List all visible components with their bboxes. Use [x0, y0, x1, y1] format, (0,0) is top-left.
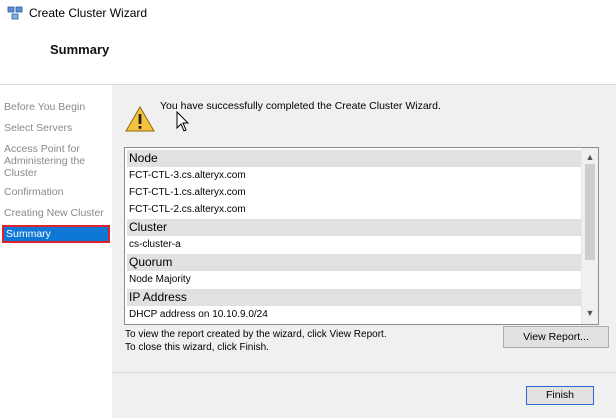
report-item: FCT-CTL-2.cs.alteryx.com [129, 204, 246, 215]
create-cluster-wizard-window: Create Cluster Wizard Summary Before You… [0, 0, 616, 418]
finish-instruction: To close this wizard, click Finish. [125, 342, 269, 353]
scroll-down-arrow-icon[interactable]: ▼ [584, 308, 596, 318]
finish-button[interactable]: Finish [526, 386, 594, 405]
wizard-steps-nav: Before You Begin Select Servers Access P… [0, 85, 112, 418]
wizard-header: Summary [0, 28, 616, 84]
report-item: FCT-CTL-1.cs.alteryx.com [129, 187, 246, 198]
title-bar[interactable]: Create Cluster Wizard [0, 0, 616, 28]
success-message: You have successfully completed the Crea… [160, 100, 441, 112]
nav-step-confirmation[interactable]: Confirmation [4, 186, 64, 198]
wizard-content-pane: You have successfully completed the Crea… [112, 85, 616, 418]
report-group-header: Cluster [127, 219, 583, 236]
page-title: Summary [50, 42, 110, 57]
scroll-up-arrow-icon[interactable]: ▲ [584, 152, 596, 162]
scrollbar-thumb[interactable] [585, 164, 595, 260]
summary-report-list[interactable]: Node FCT-CTL-3.cs.alteryx.com FCT-CTL-1.… [124, 147, 599, 325]
warning-icon [125, 106, 155, 132]
window-title: Create Cluster Wizard [29, 6, 148, 20]
report-group-header: IP Address [127, 289, 583, 306]
mouse-cursor-icon [176, 111, 190, 132]
report-group-header: Quorum [127, 254, 583, 271]
footer-divider [112, 372, 616, 373]
report-item: FCT-CTL-3.cs.alteryx.com [129, 170, 246, 181]
cluster-wizard-icon [7, 6, 23, 20]
view-report-instruction: To view the report created by the wizard… [125, 329, 387, 340]
report-rows: Node FCT-CTL-3.cs.alteryx.com FCT-CTL-1.… [125, 148, 583, 324]
report-item: Node Majority [129, 274, 191, 285]
nav-step-access-point[interactable]: Access Point for Administering the Clust… [4, 143, 104, 179]
nav-step-select-servers[interactable]: Select Servers [4, 122, 72, 134]
nav-step-before-you-begin[interactable]: Before You Begin [4, 101, 85, 113]
view-report-button[interactable]: View Report... [503, 326, 609, 348]
report-item: cs-cluster-a [129, 239, 181, 250]
report-item: DHCP address on 10.10.9.0/24 [129, 309, 268, 320]
nav-step-creating-new-cluster[interactable]: Creating New Cluster [4, 207, 104, 219]
report-scrollbar[interactable]: ▲ ▼ [581, 148, 598, 324]
report-group-header: Node [127, 150, 583, 167]
nav-step-summary-selected[interactable]: Summary [2, 225, 110, 243]
